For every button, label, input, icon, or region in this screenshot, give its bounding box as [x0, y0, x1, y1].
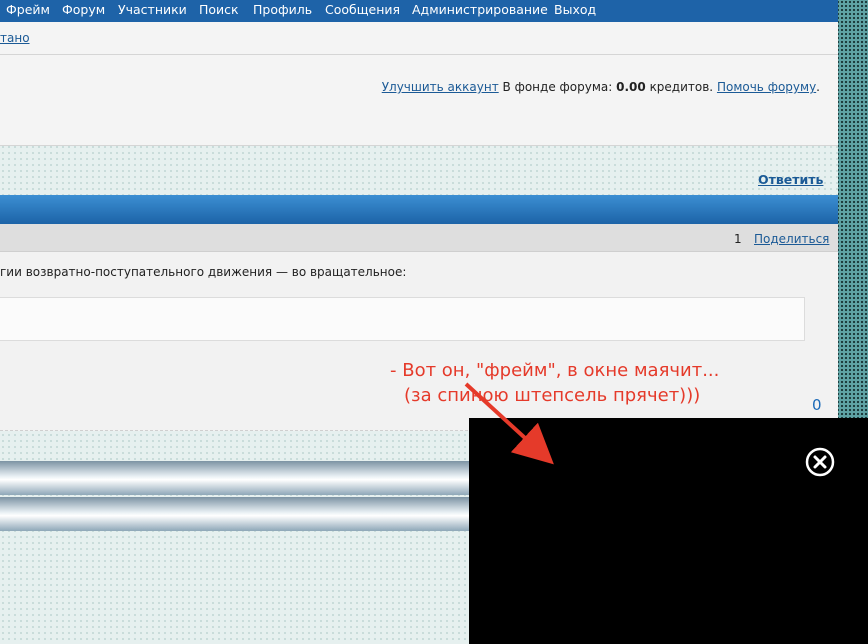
annotation-arrow	[464, 382, 554, 465]
close-circle-icon[interactable]	[805, 447, 835, 477]
